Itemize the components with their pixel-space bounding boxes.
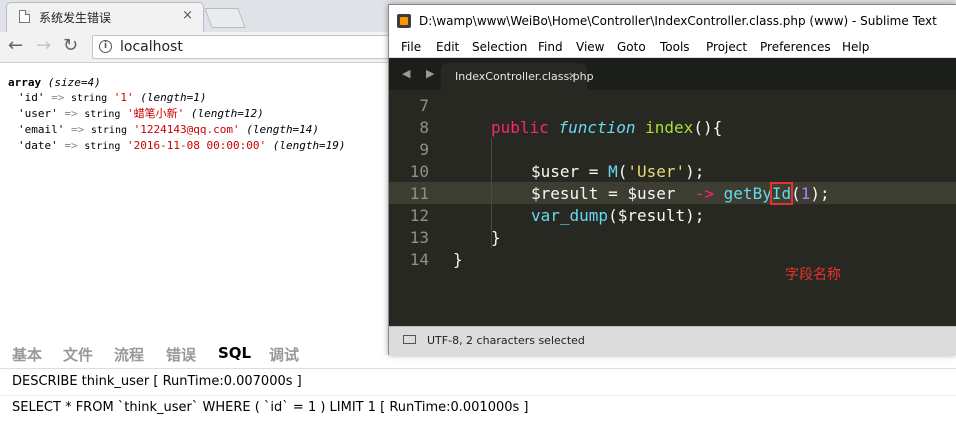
dump-array-size: (size=4) (47, 76, 101, 89)
trace-tab-sql[interactable]: SQL (218, 344, 251, 362)
line-number: 8 (419, 118, 429, 137)
status-text: UTF-8, 2 characters selected (427, 334, 585, 347)
tab-scroll-arrows-icon[interactable]: ◀ ▶ (402, 67, 440, 80)
trace-tab-files[interactable]: 文件 (63, 344, 93, 365)
window-title: D:\wamp\www\WeiBo\Home\Controller\IndexC… (419, 14, 937, 28)
line-number: 7 (419, 96, 429, 115)
line-number: 10 (409, 162, 429, 181)
trace-tab-errors[interactable]: 错误 (166, 344, 196, 365)
page-icon (19, 10, 30, 23)
close-file-tab-icon[interactable]: × (568, 69, 577, 82)
annotation-label: 字段名称 (785, 267, 841, 283)
tab-title: 系统发生错误 (39, 11, 112, 25)
editor-tab-strip: ◀ ▶ IndexController.class.php × (389, 58, 956, 90)
dump-array-keyword: array (8, 76, 42, 89)
var-dump-output: array (size=4) 'id' => string '1' (lengt… (8, 75, 346, 154)
close-tab-icon[interactable]: × (182, 8, 193, 23)
code-line: $result = $user -> getById(1); (531, 182, 830, 205)
sql-log-line: DESCRIBE think_user [ RunTime:0.007000s … (12, 374, 302, 389)
code-line: } (491, 228, 501, 247)
menu-tools[interactable]: Tools (660, 40, 690, 54)
code-line: } (453, 250, 463, 269)
line-number: 12 (409, 206, 429, 225)
menu-preferences[interactable]: Preferences (760, 40, 831, 54)
menu-file[interactable]: File (401, 40, 421, 54)
trace-tab-debug[interactable]: 调试 (269, 344, 299, 365)
line-number: 11 (409, 184, 429, 203)
menu-selection[interactable]: Selection (472, 40, 527, 54)
editor-file-tab[interactable]: IndexController.class.php × (441, 63, 594, 90)
dump-row: 'email' => string '1224143@qq.com' (leng… (18, 123, 320, 136)
code-editor[interactable]: 7 8 9 10 11 12 13 14 public function ind… (389, 90, 956, 326)
status-bar: UTF-8, 2 characters selected (389, 326, 956, 355)
menu-find[interactable]: Find (538, 40, 563, 54)
code-line: $user = M('User'); (531, 162, 705, 181)
panel-toggle-icon[interactable] (403, 335, 416, 344)
menu-project[interactable]: Project (706, 40, 747, 54)
line-number: 9 (419, 140, 429, 159)
menu-help[interactable]: Help (842, 40, 869, 54)
info-icon[interactable]: i (99, 40, 112, 53)
code-line: var_dump($result); (531, 206, 705, 225)
dump-row: 'id' => string '1' (length=1) (18, 91, 207, 104)
new-tab-button[interactable] (204, 8, 246, 28)
trace-tab-basic[interactable]: 基本 (12, 344, 42, 365)
code-line: public function index(){ (491, 118, 723, 137)
back-arrow-icon[interactable]: ← (8, 36, 23, 56)
forward-arrow-icon[interactable]: → (36, 36, 51, 56)
trace-tab-flow[interactable]: 流程 (114, 344, 144, 365)
sublime-text-window: D:\wamp\www\WeiBo\Home\Controller\IndexC… (388, 4, 956, 355)
dump-row: 'user' => string '蜡笔小新' (length=12) (18, 107, 264, 120)
sublime-app-icon (397, 14, 411, 28)
selected-text[interactable]: Id (769, 182, 794, 205)
line-number: 14 (409, 250, 429, 269)
divider (0, 395, 956, 396)
address-bar[interactable]: i localhost (92, 35, 392, 59)
reload-icon[interactable]: ↻ (63, 36, 78, 56)
menu-edit[interactable]: Edit (436, 40, 459, 54)
menu-bar: File Edit Selection Find View Goto Tools… (389, 37, 956, 58)
sql-log-line: SELECT * FROM `think_user` WHERE ( `id` … (12, 400, 529, 415)
browser-tab[interactable]: 系统发生错误 × (6, 2, 204, 32)
window-titlebar[interactable]: D:\wamp\www\WeiBo\Home\Controller\IndexC… (389, 5, 956, 37)
dump-row: 'date' => string '2016-11-08 00:00:00' (… (18, 139, 346, 152)
url-text[interactable]: localhost (120, 39, 183, 55)
menu-view[interactable]: View (576, 40, 604, 54)
line-number: 13 (409, 228, 429, 247)
menu-goto[interactable]: Goto (617, 40, 646, 54)
